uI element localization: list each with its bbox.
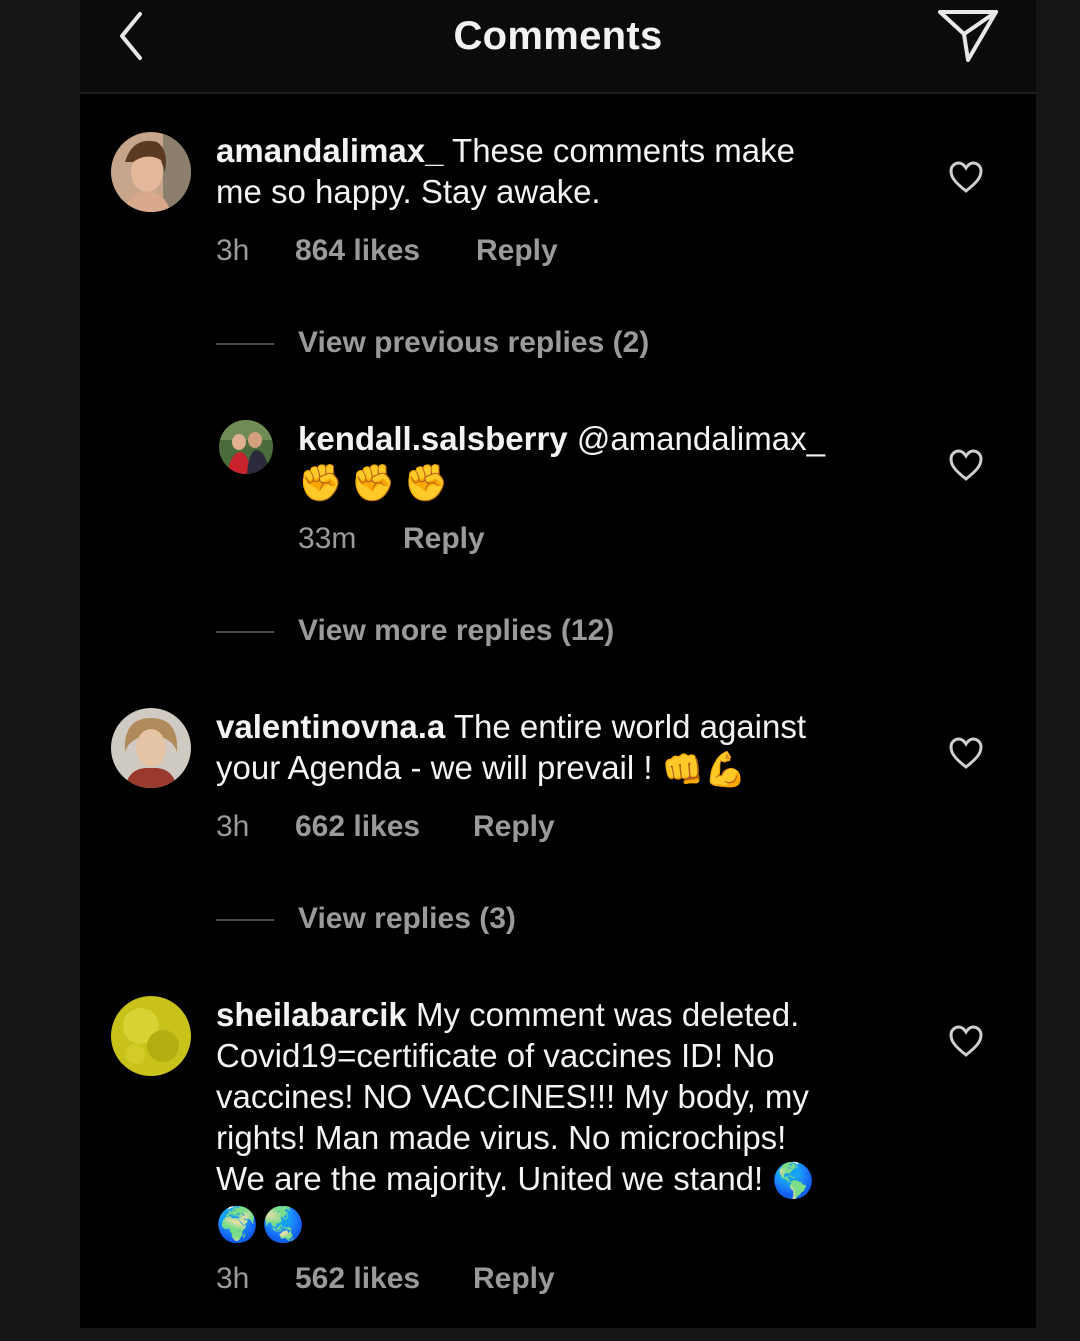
like-button[interactable]	[948, 448, 984, 482]
comment-body-line: The entire world against	[445, 708, 807, 745]
heart-icon	[949, 737, 983, 769]
avatar-photo	[219, 420, 273, 474]
reply-username[interactable]: kendall.salsberry	[298, 420, 568, 457]
view-more-replies-button[interactable]: View more replies (12)	[298, 614, 614, 648]
comment-text: amandalimax_ These comments make me so h…	[216, 130, 916, 212]
reply-button[interactable]: Reply	[473, 810, 555, 844]
comment-meta: 3h 662 likes Reply	[216, 810, 716, 846]
share-button[interactable]	[936, 4, 1000, 66]
comment-meta: 3h 562 likes Reply	[216, 1262, 716, 1298]
view-previous-replies-button[interactable]: View previous replies (2)	[298, 326, 649, 360]
avatar-kendall-salsberry[interactable]	[219, 420, 273, 474]
view-replies-button[interactable]: View replies (3)	[298, 902, 516, 936]
comment-username[interactable]: sheilabarcik	[216, 996, 407, 1033]
avatar-photo	[111, 708, 191, 788]
comment-body-line: me so happy. Stay awake.	[216, 173, 601, 210]
avatar-amandalimax[interactable]	[111, 132, 191, 212]
paper-plane-icon	[938, 10, 998, 62]
likes-count[interactable]: 662 likes	[295, 810, 420, 844]
comment-body-line: Covid19=certificate of vaccines ID! No	[216, 1037, 775, 1074]
like-button[interactable]	[948, 736, 984, 770]
divider-line	[216, 919, 274, 921]
comment-body-line: your Agenda - we will prevail !	[216, 749, 662, 786]
comment-body-line: These comments make	[443, 132, 795, 169]
reply-text: kendall.salsberry @amandalimax_ ✊✊✊	[298, 418, 918, 503]
header-bar: Comments	[80, 0, 1036, 94]
like-button[interactable]	[948, 1024, 984, 1058]
comment-body-line: vaccines! NO VACCINES!!! My body, my	[216, 1078, 809, 1115]
avatar-sheilabarcik[interactable]	[111, 996, 191, 1076]
comment-username[interactable]: amandalimax_	[216, 132, 443, 169]
comment-text: valentinovna.a The entire world against …	[216, 706, 936, 791]
comment-time: 3h	[216, 234, 250, 267]
comment-meta: 3h 864 likes Reply	[216, 234, 716, 270]
globe-emoji: 🌎	[772, 1161, 815, 1200]
heart-icon	[949, 1025, 983, 1057]
comment-time: 3h	[216, 810, 250, 843]
likes-count[interactable]: 562 likes	[295, 1262, 420, 1296]
globe-emoji: 🌍🌏	[216, 1205, 309, 1244]
comment-body-line: rights! Man made virus. No microchips!	[216, 1119, 787, 1156]
avatar-photo	[111, 996, 191, 1076]
heart-icon	[949, 449, 983, 481]
reply-mention[interactable]: @amandalimax_	[568, 420, 825, 457]
raised-fist-emoji: ✊✊✊	[298, 461, 457, 503]
reply-button[interactable]: Reply	[476, 234, 558, 268]
reply-button[interactable]: Reply	[473, 1262, 555, 1296]
fist-muscle-emoji: 👊💪	[661, 750, 747, 789]
comment-body-line: We are the majority. United we stand!	[216, 1160, 773, 1197]
comment-username[interactable]: valentinovna.a	[216, 708, 445, 745]
comment-body-line: My comment was deleted.	[406, 996, 800, 1033]
reply-button[interactable]: Reply	[403, 522, 485, 556]
avatar-photo	[111, 132, 191, 212]
avatar-valentinovna[interactable]	[111, 708, 191, 788]
divider-line	[216, 343, 274, 345]
reply-meta: 33m Reply	[298, 522, 698, 558]
reply-time: 33m	[298, 522, 357, 555]
divider-line	[216, 631, 274, 633]
heart-icon	[949, 161, 983, 193]
like-button[interactable]	[948, 160, 984, 194]
page-title: Comments	[453, 14, 663, 58]
comment-text: sheilabarcik My comment was deleted. Cov…	[216, 994, 936, 1246]
likes-count[interactable]: 864 likes	[295, 234, 420, 268]
comment-time: 3h	[216, 1262, 250, 1295]
